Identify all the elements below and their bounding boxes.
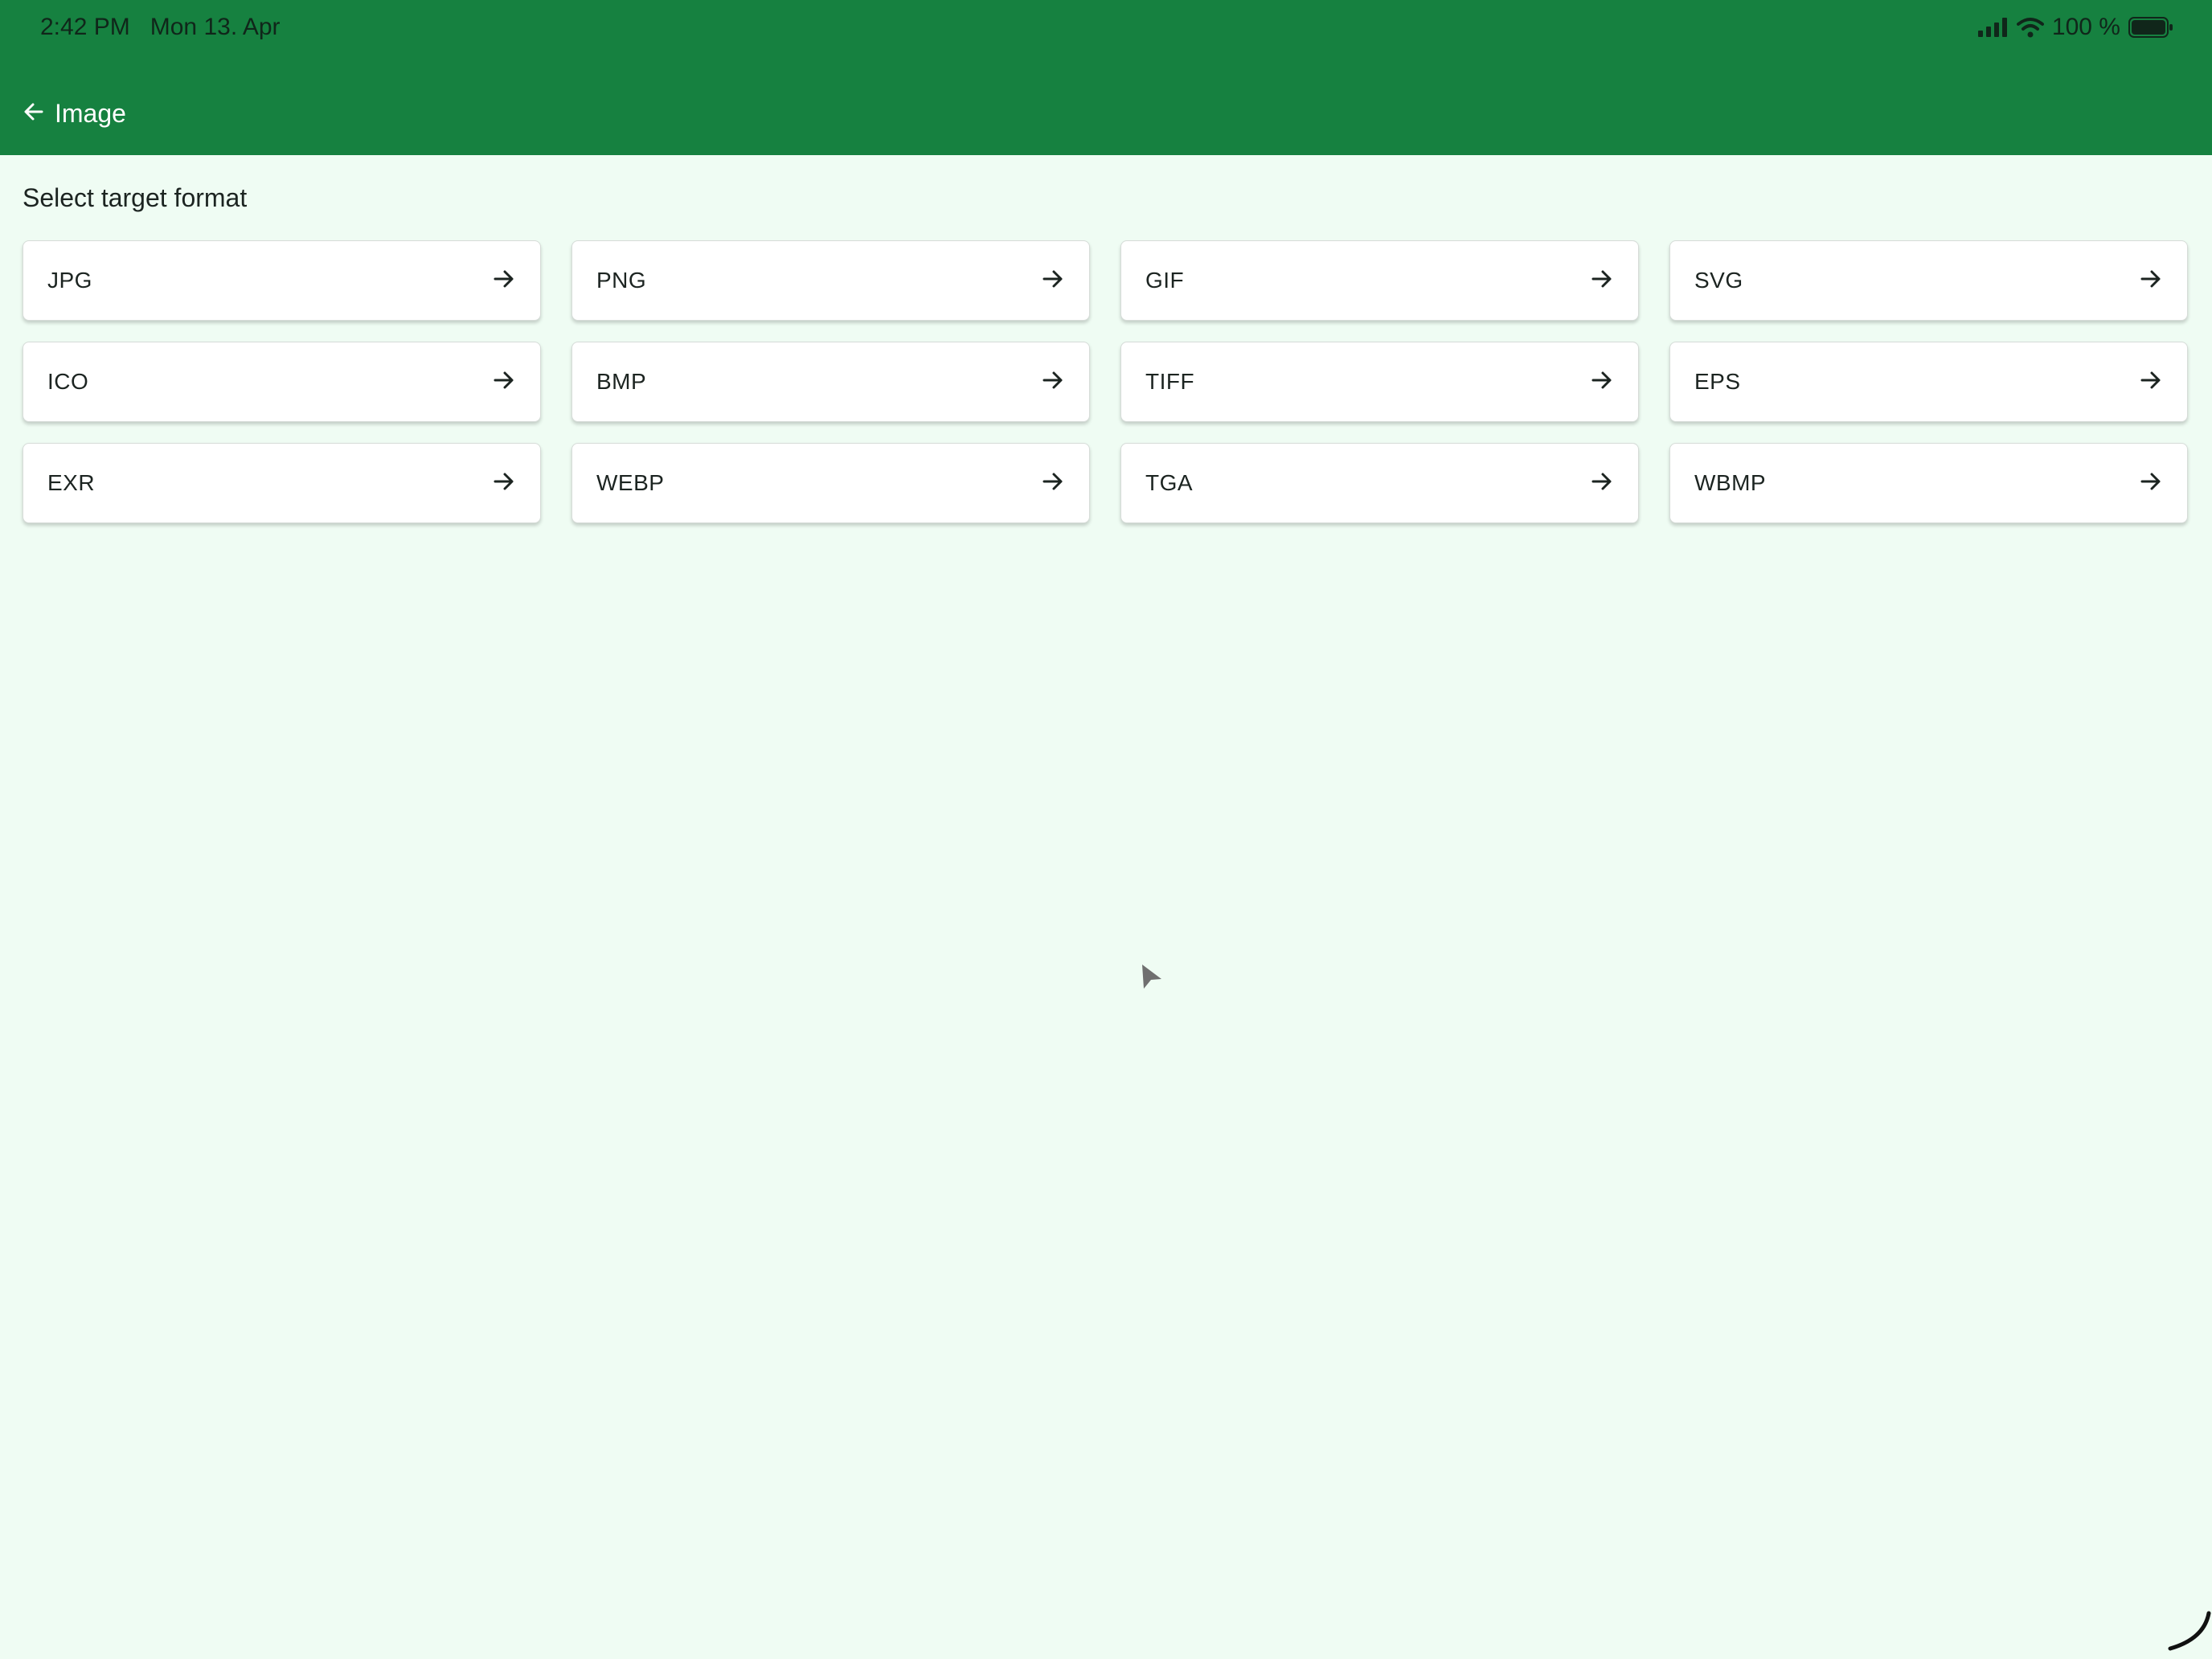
signal-icon <box>1977 18 2009 37</box>
format-label: TIFF <box>1145 369 1195 394</box>
format-label: WEBP <box>596 470 665 495</box>
format-card-tiff[interactable]: TIFF <box>1120 342 1639 422</box>
format-label: SVG <box>1694 268 1743 293</box>
format-card-exr[interactable]: EXR <box>23 443 541 523</box>
format-card-ico[interactable]: ICO <box>23 342 541 422</box>
format-card-svg[interactable]: SVG <box>1669 240 2188 321</box>
format-label: GIF <box>1145 268 1185 293</box>
back-button[interactable]: Image <box>23 93 126 133</box>
page-title: Image <box>55 98 126 128</box>
status-date: Mon 13. Apr <box>150 14 281 40</box>
format-card-eps[interactable]: EPS <box>1669 342 2188 422</box>
arrow-right-icon <box>1590 469 1614 498</box>
battery-icon <box>2128 17 2173 38</box>
format-label: WBMP <box>1694 470 1767 495</box>
format-label: EPS <box>1694 369 1741 394</box>
arrow-left-icon <box>23 100 45 127</box>
status-time: 2:42 PM <box>40 14 130 40</box>
section-title: Select target format <box>23 183 248 212</box>
format-label: BMP <box>596 369 647 394</box>
format-grid: JPG PNG GIF SVG ICO BMP TIFF EPS EXR WEB… <box>23 240 2188 523</box>
format-card-tga[interactable]: TGA <box>1120 443 1639 523</box>
arrow-right-icon <box>2139 469 2163 498</box>
status-bar-time: 2:42 PM Mon 13. Apr <box>40 11 281 43</box>
format-card-wbmp[interactable]: WBMP <box>1669 443 2188 523</box>
arrow-right-icon <box>1590 368 1614 396</box>
format-card-webp[interactable]: WEBP <box>571 443 1090 523</box>
status-bar-indicators: 100 % <box>1977 11 2173 43</box>
format-label: ICO <box>47 369 89 394</box>
battery-text: 100 % <box>2051 14 2120 40</box>
app-header: 2:42 PM Mon 13. Apr 100 % Image <box>0 0 2212 155</box>
arrow-right-icon <box>1041 469 1065 498</box>
arrow-right-icon <box>1590 267 1614 295</box>
arrow-right-icon <box>492 368 516 396</box>
wifi-icon <box>2016 17 2044 38</box>
format-label: JPG <box>47 268 92 293</box>
arrow-right-icon <box>492 469 516 498</box>
format-card-gif[interactable]: GIF <box>1120 240 1639 321</box>
arrow-right-icon <box>2139 368 2163 396</box>
pointer-cursor-icon <box>1140 963 1164 994</box>
format-label: EXR <box>47 470 96 495</box>
arrow-right-icon <box>2139 267 2163 295</box>
arrow-right-icon <box>1041 267 1065 295</box>
format-label: TGA <box>1145 470 1194 495</box>
arrow-right-icon <box>1041 368 1065 396</box>
corner-indicator-icon <box>2164 1607 2212 1659</box>
format-card-bmp[interactable]: BMP <box>571 342 1090 422</box>
arrow-right-icon <box>492 267 516 295</box>
format-label: PNG <box>596 268 647 293</box>
format-card-png[interactable]: PNG <box>571 240 1090 321</box>
format-card-jpg[interactable]: JPG <box>23 240 541 321</box>
